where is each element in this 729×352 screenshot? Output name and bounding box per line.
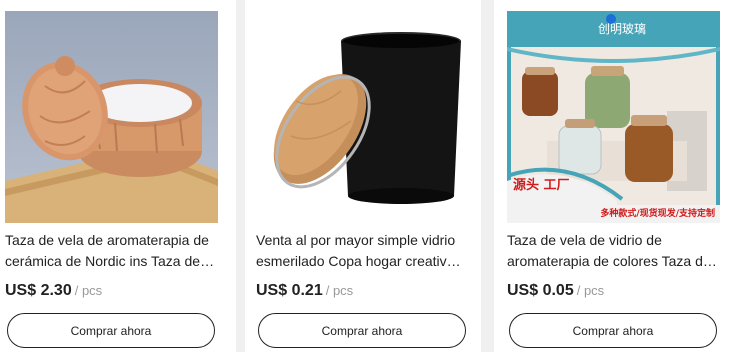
product-image[interactable] xyxy=(5,11,218,223)
product-title[interactable]: Venta al por mayor simple vidrio esmeril… xyxy=(256,230,466,272)
factory-badge: 源头 工厂 xyxy=(513,177,570,193)
product-card[interactable]: 创明玻璃 源头 工厂 多种款式/现货现发/支持定制 Taza de vela d… xyxy=(494,0,729,352)
price-value: US$ 0.05 xyxy=(507,282,574,299)
product-price: US$ 0.21/ pcs xyxy=(256,282,353,300)
promo-tagline: 多种款式/现货现发/支持定制 xyxy=(600,207,715,219)
buy-now-button[interactable]: Comprar ahora xyxy=(7,313,215,348)
price-unit: / pcs xyxy=(576,283,605,298)
product-image[interactable] xyxy=(256,11,469,223)
product-price: US$ 0.05/ pcs xyxy=(507,282,604,300)
buy-now-button[interactable]: Comprar ahora xyxy=(509,313,717,348)
brand-watermark: 创明玻璃 xyxy=(598,22,646,36)
price-value: US$ 0.21 xyxy=(256,282,323,299)
product-title[interactable]: Taza de vela de aromaterapia de cerámica… xyxy=(5,230,215,272)
buy-now-button[interactable]: Comprar ahora xyxy=(258,313,466,348)
price-unit: / pcs xyxy=(74,283,103,298)
price-value: US$ 2.30 xyxy=(5,282,72,299)
product-card[interactable]: Taza de vela de aromaterapia de cerámica… xyxy=(0,0,236,352)
product-image[interactable]: 创明玻璃 源头 工厂 多种款式/现货现发/支持定制 xyxy=(507,11,720,223)
product-price: US$ 2.30/ pcs xyxy=(5,282,102,300)
price-unit: / pcs xyxy=(325,283,354,298)
product-title[interactable]: Taza de vela de vidrio de aromaterapia d… xyxy=(507,230,717,272)
product-row: Taza de vela de aromaterapia de cerámica… xyxy=(0,0,729,352)
product-card[interactable]: Venta al por mayor simple vidrio esmeril… xyxy=(245,0,481,352)
